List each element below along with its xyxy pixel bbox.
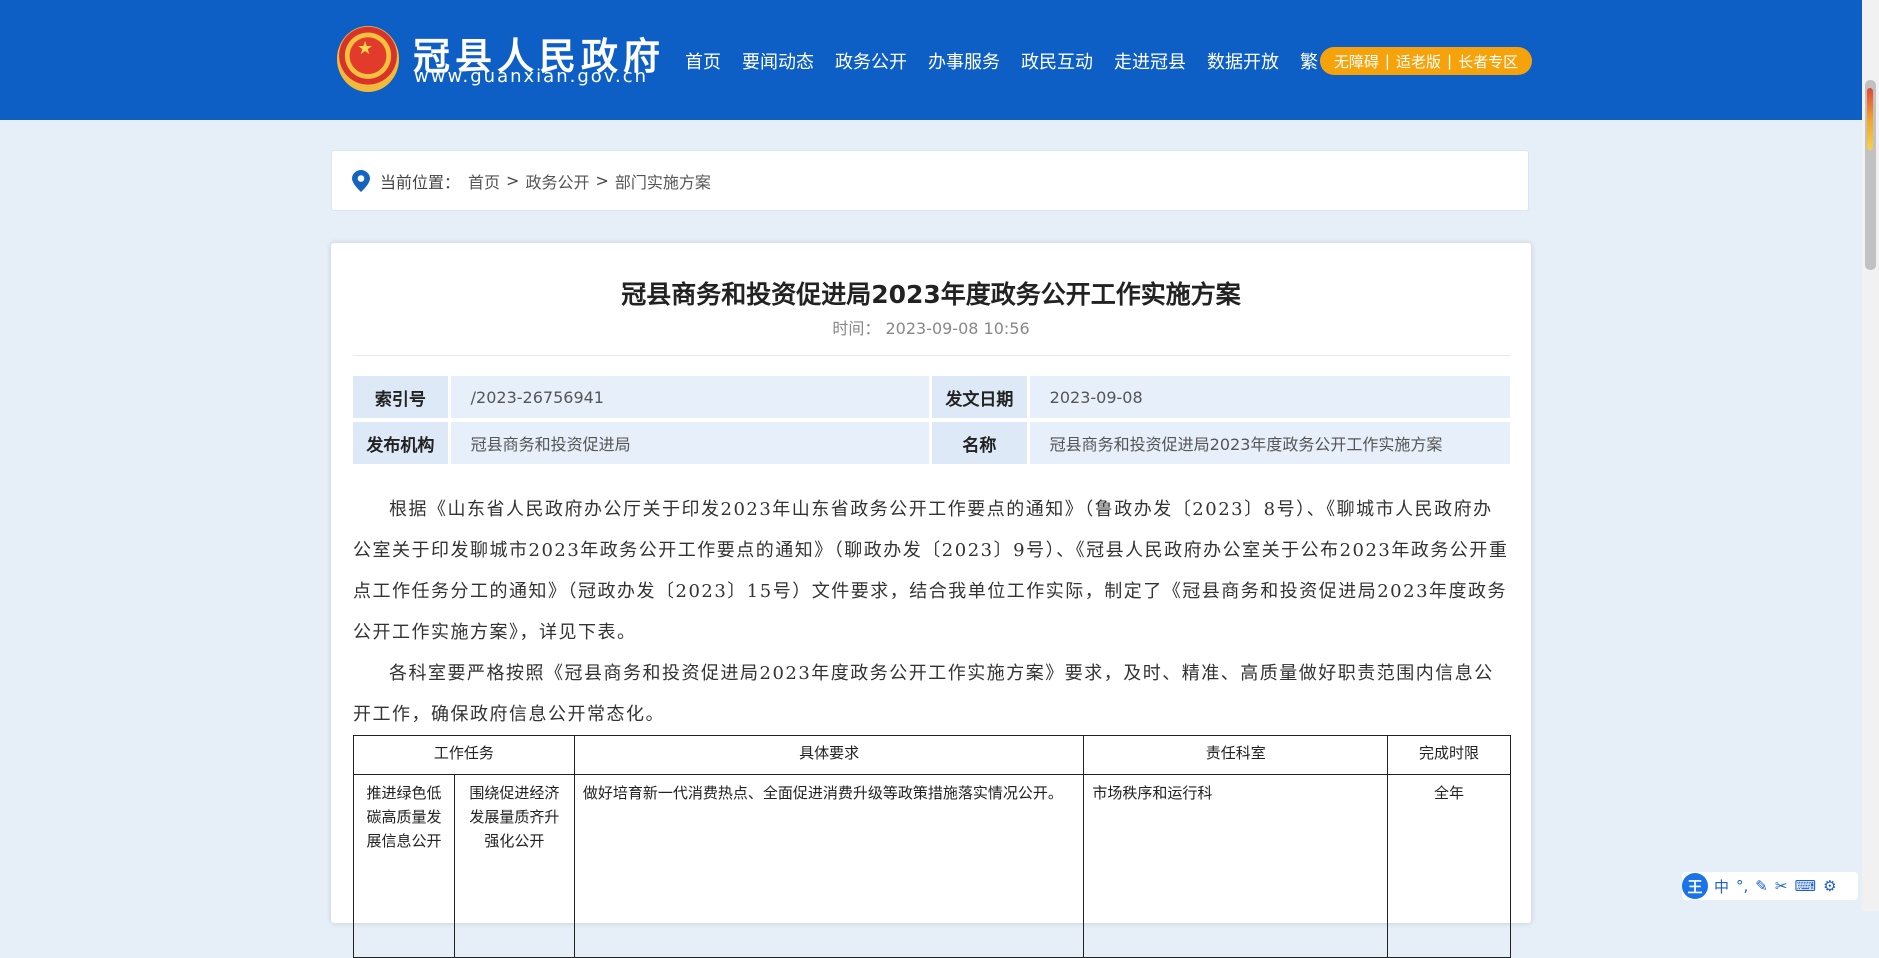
nav-home[interactable]: 首页 [685, 48, 721, 74]
article-title: 冠县商务和投资促进局2023年度政务公开工作实施方案 [621, 280, 1241, 309]
nav-interaction[interactable]: 政民互动 [1021, 48, 1093, 74]
scroll-indicator [1867, 88, 1873, 150]
nav-gov-affairs[interactable]: 政务公开 [835, 48, 907, 74]
work-plan-table: 工作任务 具体要求 责任科室 完成时限 推进绿色低碳高质量发展信息公开 围绕促进… [353, 735, 1511, 958]
site-header: ★ 冠县人民政府 www.guanxian.gov.cn 首页 要闻动态 政务公… [0, 0, 1862, 120]
national-emblem-logo[interactable]: ★ [337, 26, 399, 92]
col-header-department: 责任科室 [1083, 735, 1389, 775]
nav-services[interactable]: 办事服务 [928, 48, 1000, 74]
article-time: 时间： 2023-09-08 10:56 [331, 315, 1531, 339]
main-nav: 首页 要闻动态 政务公开 办事服务 政民互动 走进冠县 数据开放 繁 [685, 48, 1339, 74]
breadcrumb-separator: > [595, 171, 609, 190]
star-icon: ★ [357, 38, 374, 59]
breadcrumb: 当前位置： 首页 > 政务公开 > 部门实施方案 [331, 150, 1529, 211]
meta-row: 索引号 /2023-26756941 发文日期 2023-09-08 [353, 376, 1510, 418]
index-number-value: /2023-26756941 [450, 376, 929, 418]
meta-row: 发布机构 冠县商务和投资促进局 名称 冠县商务和投资促进局2023年度政务公开工… [353, 422, 1510, 464]
accessibility-pill: 无障碍 | 适老版 | 长者专区 [1320, 47, 1532, 75]
table-row: 推进绿色低碳高质量发展信息公开 围绕促进经济发展量质齐升强化公开 做好培育新一代… [353, 774, 1511, 958]
breadcrumb-dept-plans[interactable]: 部门实施方案 [615, 169, 711, 193]
body-paragraph-2: 各科室要严格按照《冠县商务和投资促进局2023年度政务公开工作实施方案》要求，及… [353, 663, 1494, 725]
cell-requirement: 做好培育新一代消费热点、全面促进消费升级等政策措施落实情况公开。 [573, 774, 1085, 958]
col-header-requirement: 具体要求 [573, 735, 1085, 775]
col-header-deadline: 完成时限 [1387, 735, 1511, 775]
issue-date-label: 发文日期 [932, 376, 1027, 418]
cell-department: 市场秩序和运行科 [1083, 774, 1389, 958]
col-header-task: 工作任务 [353, 735, 575, 775]
title-divider [353, 355, 1510, 356]
publisher-value: 冠县商务和投资促进局 [450, 422, 929, 464]
nav-open-data[interactable]: 数据开放 [1207, 48, 1279, 74]
nav-traditional-chinese[interactable]: 繁 [1300, 48, 1318, 74]
ime-toolbar: 王 中 °, ✎ ✂ ⌨ ⚙ [1682, 872, 1858, 900]
ime-keyboard-icon[interactable]: ⌨ [1794, 877, 1816, 895]
ime-logo-icon[interactable]: 王 [1682, 873, 1708, 899]
time-value: 2023-09-08 10:56 [885, 319, 1030, 338]
nav-news[interactable]: 要闻动态 [742, 48, 814, 74]
accessibility-link[interactable]: 无障碍 [1334, 51, 1379, 72]
page-scrollbar[interactable] [1862, 0, 1879, 911]
doc-name-label: 名称 [932, 422, 1027, 464]
pill-separator: | [1447, 52, 1453, 70]
senior-zone-link[interactable]: 长者专区 [1458, 51, 1518, 72]
article-meta-table: 索引号 /2023-26756941 发文日期 2023-09-08 发布机构 … [353, 376, 1510, 468]
ime-punctuation-icon[interactable]: °, [1736, 877, 1748, 895]
article-card: 冠县商务和投资促进局2023年度政务公开工作实施方案 时间： 2023-09-0… [331, 243, 1531, 958]
body-paragraph-1: 根据《山东省人民政府办公厅关于印发2023年山东省政务公开工作要点的通知》（鲁政… [353, 499, 1509, 643]
site-url: www.guanxian.gov.cn [414, 66, 649, 87]
doc-name-value: 冠县商务和投资促进局2023年度政务公开工作实施方案 [1029, 422, 1510, 464]
table-header-row: 工作任务 具体要求 责任科室 完成时限 [353, 735, 1511, 775]
ime-handwrite-icon[interactable]: ✎ [1755, 877, 1768, 895]
cell-task-sub: 围绕促进经济发展量质齐升强化公开 [453, 774, 575, 958]
pill-separator: | [1384, 52, 1390, 70]
breadcrumb-label: 当前位置： [380, 172, 461, 192]
ime-settings-icon[interactable]: ⚙ [1823, 877, 1836, 895]
publisher-label: 发布机构 [353, 422, 448, 464]
breadcrumb-separator: > [506, 171, 520, 190]
ime-scissors-icon[interactable]: ✂ [1775, 877, 1788, 895]
time-label: 时间： [832, 319, 881, 338]
elderly-version-link[interactable]: 适老版 [1396, 51, 1441, 72]
index-number-label: 索引号 [353, 376, 448, 418]
nav-about-county[interactable]: 走进冠县 [1114, 48, 1186, 74]
cell-deadline: 全年 [1387, 774, 1511, 958]
cell-task-main: 推进绿色低碳高质量发展信息公开 [353, 774, 455, 958]
breadcrumb-home[interactable]: 首页 [468, 169, 500, 193]
ime-chinese-mode-icon[interactable]: 中 [1714, 876, 1729, 897]
issue-date-value: 2023-09-08 [1029, 376, 1510, 418]
breadcrumb-gov-affairs[interactable]: 政务公开 [525, 169, 589, 193]
location-pin-icon [352, 169, 370, 192]
